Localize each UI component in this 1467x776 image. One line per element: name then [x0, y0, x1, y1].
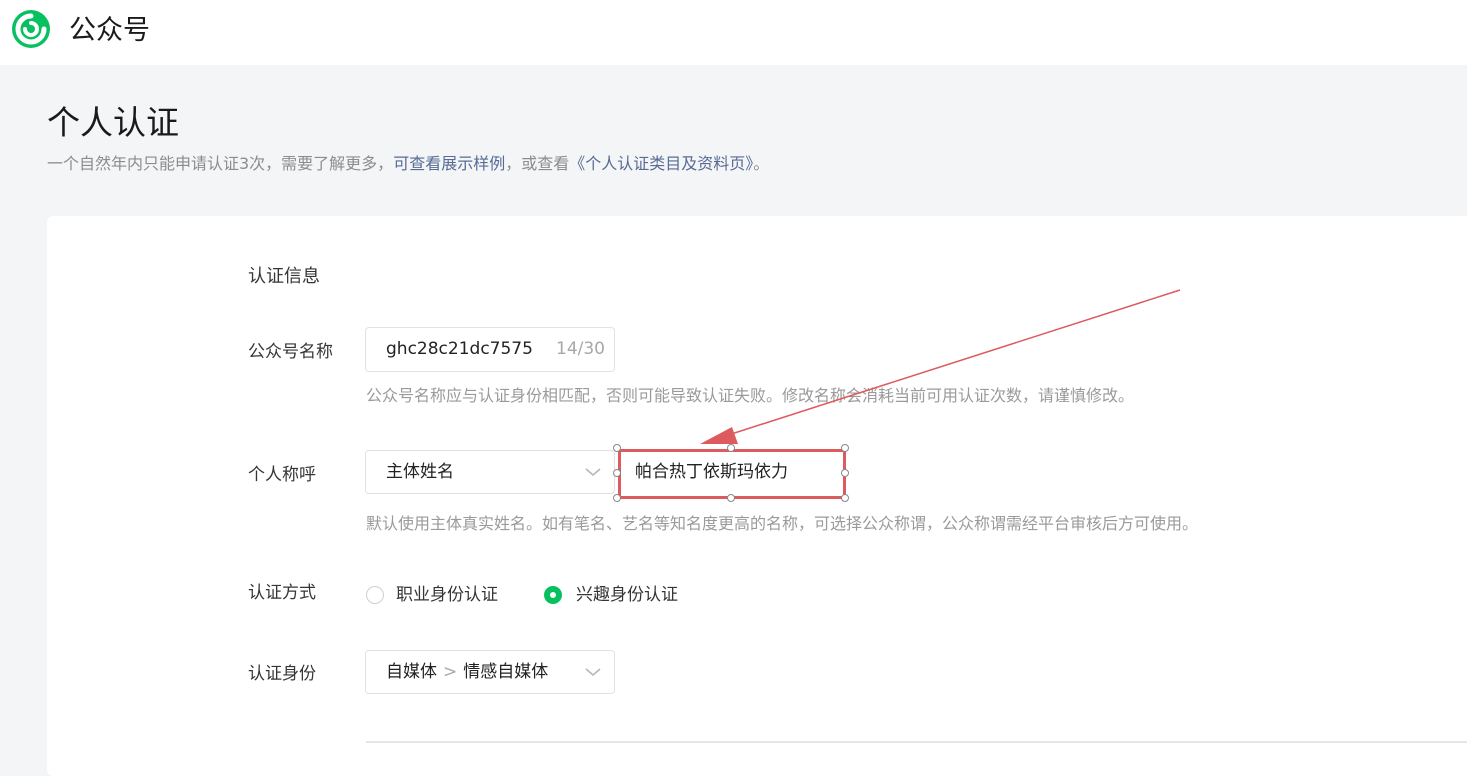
wechat-mp-logo-icon[interactable]: [11, 9, 51, 49]
verify-method-label: 认证方式: [248, 583, 316, 603]
resize-handle-bm[interactable]: [727, 494, 735, 502]
personal-title-hint: 默认使用主体真实姓名。如有笔名、艺名等知名度更高的名称，可选择公众称谓，公众称谓…: [366, 514, 1199, 533]
radio-interest[interactable]: [544, 586, 562, 604]
brand-name[interactable]: 公众号: [69, 14, 150, 48]
radio-professional-label[interactable]: 职业身份认证: [396, 583, 498, 607]
desc-suffix: 。: [753, 154, 770, 173]
resize-handle-ml[interactable]: [613, 469, 621, 477]
chevron-down-icon: [585, 468, 601, 476]
top-bar: 公众号: [0, 0, 1467, 65]
desc-prefix: 一个自然年内只能申请认证3次，需要了解更多，: [47, 154, 394, 173]
view-sample-link[interactable]: 可查看展示样例: [393, 154, 505, 173]
path-separator-icon: >: [443, 662, 458, 682]
identity-path: 自媒体 > 情感自媒体: [386, 661, 548, 683]
page-description: 一个自然年内只能申请认证3次，需要了解更多，可查看展示样例，或查看《个人认证类目…: [47, 153, 769, 175]
public-title-value: 帕合热丁依斯玛依力: [635, 462, 788, 482]
resize-handle-tr[interactable]: [841, 444, 849, 452]
title-type-value: 主体姓名: [386, 462, 454, 482]
resize-handle-tm[interactable]: [727, 444, 735, 452]
chevron-down-icon: [585, 668, 601, 676]
account-name-value: ghc28c21dc7575: [386, 339, 533, 359]
account-name-label: 公众号名称: [248, 342, 333, 362]
resize-handle-tl[interactable]: [613, 444, 621, 452]
identity-level2: 情感自媒体: [463, 662, 549, 682]
personal-title-label: 个人称呼: [248, 465, 316, 485]
char-counter: 14/30: [556, 339, 605, 359]
page-title: 个人认证: [47, 103, 179, 142]
section-title: 认证信息: [248, 266, 320, 287]
identity-cascader[interactable]: 自媒体 > 情感自媒体: [365, 650, 615, 694]
identity-level1: 自媒体: [386, 662, 437, 682]
resize-handle-mr[interactable]: [841, 469, 849, 477]
resize-handle-bl[interactable]: [613, 494, 621, 502]
resize-handle-br[interactable]: [841, 494, 849, 502]
public-title-input[interactable]: 帕合热丁依斯玛依力: [618, 449, 846, 499]
category-doc-link[interactable]: 《个人认证类目及资料页》: [569, 154, 753, 173]
verify-identity-label: 认证身份: [248, 664, 316, 684]
title-type-select[interactable]: 主体姓名: [365, 450, 615, 494]
radio-interest-label[interactable]: 兴趣身份认证: [576, 583, 678, 607]
account-name-input[interactable]: ghc28c21dc7575 14/30: [365, 327, 615, 372]
radio-professional[interactable]: [366, 586, 384, 604]
account-name-hint: 公众号名称应与认证身份相匹配，否则可能导致认证失败。修改名称会消耗当前可用认证次…: [366, 386, 1135, 405]
desc-middle: ，或查看: [505, 154, 570, 173]
